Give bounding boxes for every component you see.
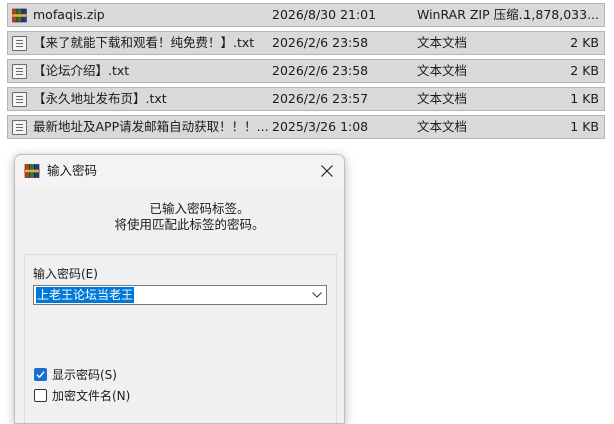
file-name: 【永久地址发布页】.txt xyxy=(33,91,167,106)
file-date: 2026/2/6 23:57 xyxy=(272,91,369,106)
file-row[interactable]: 【来了就能下载和观看！纯免费！】.txt 2026/2/6 23:58 文本文档… xyxy=(7,31,605,55)
password-combobox[interactable]: 上老王论坛当老王 xyxy=(33,285,327,305)
password-label: 输入密码(E) xyxy=(33,267,98,281)
file-row[interactable]: mofaqis.zip 2026/8/30 21:01 WinRAR ZIP 压… xyxy=(7,3,605,27)
file-size: 1,878,033... xyxy=(523,7,599,22)
text-file-icon xyxy=(12,92,27,107)
checkbox-checked-icon[interactable] xyxy=(34,368,47,381)
file-row[interactable]: 【论坛介绍】.txt 2026/2/6 23:58 文本文档 2 KB xyxy=(7,59,605,83)
close-icon xyxy=(321,165,333,177)
text-file-icon xyxy=(12,120,27,135)
file-size: 1 KB xyxy=(570,119,599,134)
file-date: 2026/2/6 23:58 xyxy=(272,35,369,50)
winrar-archive-icon xyxy=(12,8,27,23)
dialog-title: 输入密码 xyxy=(47,163,98,178)
file-row[interactable]: 最新地址及APP请发邮箱自动获取！！！.... 2025/3/26 1:08 文… xyxy=(7,115,605,139)
encrypt-filenames-label: 加密文件名(N) xyxy=(52,389,131,403)
file-name: 【来了就能下载和观看！纯免费！】.txt xyxy=(33,35,255,50)
checkbox-unchecked-icon[interactable] xyxy=(34,389,47,402)
file-name: 【论坛介绍】.txt xyxy=(33,63,130,78)
file-size: 2 KB xyxy=(570,35,599,50)
file-size: 1 KB xyxy=(570,91,599,106)
dialog-titlebar[interactable]: 输入密码 xyxy=(15,155,344,187)
close-button[interactable] xyxy=(312,156,342,186)
file-name: mofaqis.zip xyxy=(33,7,105,22)
file-row[interactable]: 【永久地址发布页】.txt 2026/2/6 23:57 文本文档 1 KB xyxy=(7,87,605,111)
file-date: 2025/3/26 1:08 xyxy=(272,119,369,134)
file-name: 最新地址及APP请发邮箱自动获取！！！.... xyxy=(33,119,269,134)
file-size: 2 KB xyxy=(570,63,599,78)
text-file-icon xyxy=(12,64,27,79)
show-password-label: 显示密码(S) xyxy=(52,368,117,382)
password-input[interactable]: 上老王论坛当老王 xyxy=(36,287,135,303)
dialog-description-line2: 将使用匹配此标签的密码。 xyxy=(114,217,265,232)
winrar-icon xyxy=(24,164,40,178)
chevron-down-icon[interactable] xyxy=(312,292,322,298)
file-date: 2026/2/6 23:58 xyxy=(272,63,369,78)
text-file-icon xyxy=(12,36,27,51)
file-date: 2026/8/30 21:01 xyxy=(272,7,377,22)
password-dialog: 输入密码 已输入密码标签。 将使用匹配此标签的密码。 输入密码(E) 上老王论坛… xyxy=(14,154,345,424)
